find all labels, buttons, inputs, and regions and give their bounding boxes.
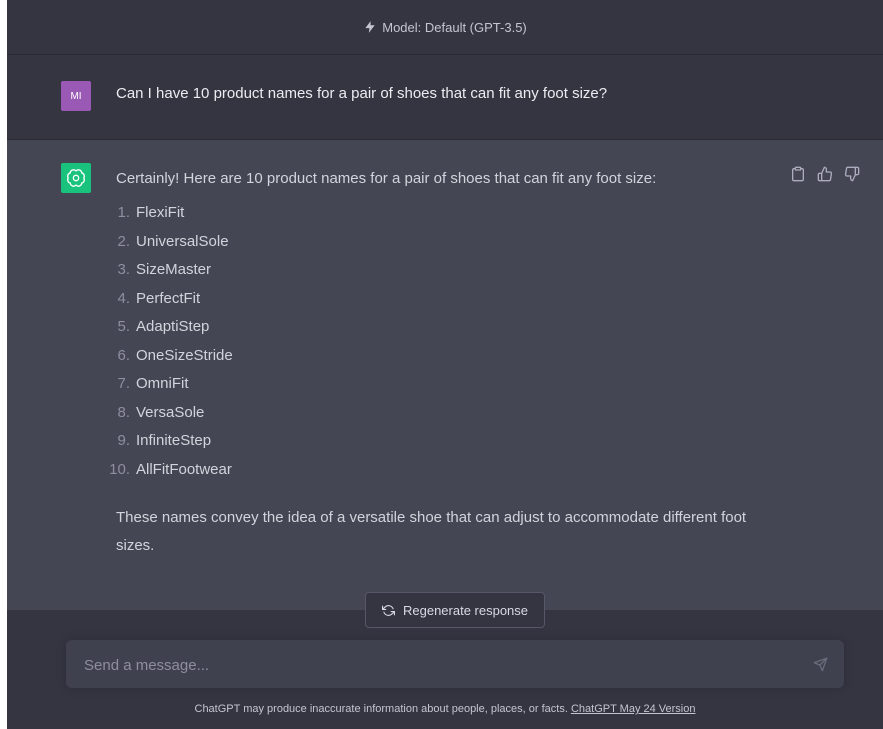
list-text: OneSizeStride	[136, 346, 233, 364]
list-number: 8.	[117, 403, 130, 421]
list-item: 3. SizeMaster	[116, 256, 766, 285]
regenerate-response-button[interactable]: Regenerate response	[365, 592, 545, 628]
version-link[interactable]: ChatGPT May 24 Version	[571, 703, 696, 715]
user-message-text: Can I have 10 product names for a pair o…	[116, 85, 608, 102]
list-text: PerfectFit	[136, 289, 201, 307]
chat-window: Model: Default (GPT-3.5) MI Can I have 1…	[7, 0, 883, 729]
list-item: 7. OmniFit	[116, 370, 766, 399]
model-label: Model: Default (GPT-3.5)	[382, 19, 527, 35]
list-number: 7.	[117, 375, 130, 392]
send-button[interactable]	[810, 654, 830, 674]
list-item: 8. VersaSole	[116, 399, 766, 428]
list-item: 10. AllFitFootwear	[109, 456, 766, 485]
send-icon	[813, 657, 827, 671]
list-number: 10.	[109, 460, 130, 478]
list-item: 9. InfiniteStep	[116, 427, 766, 456]
assistant-message: Certainly! Here are 10 product names for…	[7, 140, 883, 610]
thumbs-down-icon	[844, 166, 860, 182]
list-number: 9.	[117, 432, 130, 449]
list-text: FlexiFit	[136, 204, 185, 221]
disclaimer-text: ChatGPT may produce inaccurate informati…	[194, 703, 568, 715]
list-item: 2. UniversalSole	[116, 228, 766, 257]
bolt-icon	[365, 21, 375, 33]
list-text: AllFitFootwear	[136, 460, 232, 478]
list-number: 3.	[117, 261, 130, 278]
clipboard-icon	[792, 166, 804, 182]
list-number: 4.	[117, 289, 130, 307]
list-item: 5. AdaptiStep	[116, 313, 766, 342]
message-actions	[789, 165, 861, 183]
user-message: MI Can I have 10 product names for a pai…	[7, 55, 883, 140]
model-bar: Model: Default (GPT-3.5)	[7, 0, 883, 55]
list-item: 4. PerfectFit	[116, 285, 766, 314]
list-text: InfiniteStep	[136, 432, 212, 449]
thumbs-up-button[interactable]	[816, 165, 834, 183]
composer-area: Regenerate response ChatGPT may produce …	[7, 592, 883, 729]
thumbs-down-button[interactable]	[843, 165, 861, 183]
disclaimer: ChatGPT may produce inaccurate informati…	[7, 703, 883, 715]
assistant-message-body: Certainly! Here are 10 product names for…	[109, 167, 766, 560]
list-number: 2.	[117, 232, 130, 250]
refresh-icon	[381, 604, 395, 616]
list-text: UniversalSole	[136, 232, 229, 250]
assistant-intro: Certainly! Here are 10 product names for…	[116, 170, 657, 187]
thumbs-up-icon	[817, 166, 833, 182]
list-number: 6.	[117, 346, 130, 364]
list-number: 5.	[117, 318, 130, 335]
list-text: SizeMaster	[136, 261, 212, 278]
list-text: AdaptiStep	[136, 318, 210, 335]
assistant-outro: These names convey the idea of a versati…	[116, 509, 747, 554]
regenerate-label: Regenerate response	[402, 602, 529, 618]
copy-button[interactable]	[789, 165, 807, 183]
list-item: 6. OneSizeStride	[116, 342, 766, 371]
list-text: OmniFit	[136, 375, 189, 392]
product-name-list: 1. FlexiFit 2. UniversalSole 3. SizeMaster …	[109, 199, 766, 485]
list-item: 1. FlexiFit	[116, 199, 766, 228]
message-input-box	[66, 640, 844, 688]
chatgpt-logo-icon	[61, 163, 91, 193]
user-avatar: MI	[61, 81, 91, 111]
message-input[interactable]	[82, 652, 786, 678]
list-text: VersaSole	[136, 403, 205, 421]
list-number: 1.	[117, 204, 130, 221]
